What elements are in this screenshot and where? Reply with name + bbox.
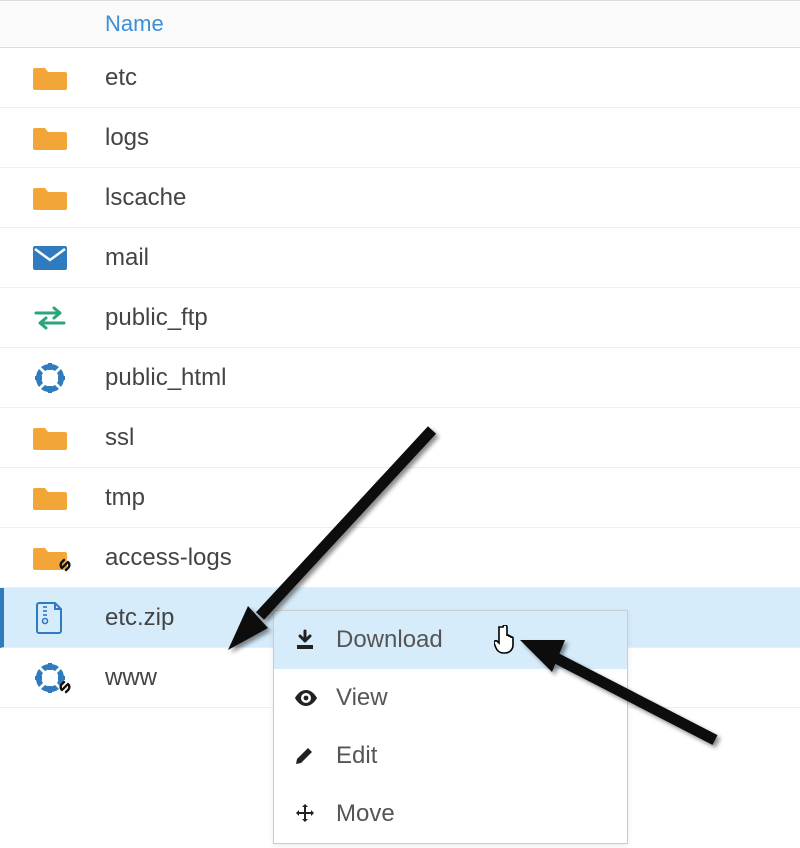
file-name: lscache: [80, 184, 186, 212]
table-row[interactable]: tmp: [0, 468, 800, 528]
menu-item-label: Edit: [330, 742, 377, 770]
table-row[interactable]: public_ftp: [0, 288, 800, 348]
table-row[interactable]: access-logs: [0, 528, 800, 588]
globe-icon: [20, 362, 80, 394]
folder-icon: [20, 64, 80, 92]
menu-item-download[interactable]: Download: [274, 611, 627, 669]
context-menu: Download View Edit Move: [273, 610, 628, 844]
file-name: www: [80, 664, 157, 692]
mail-icon: [20, 246, 80, 270]
file-name: logs: [80, 124, 149, 152]
folder-icon: [20, 124, 80, 152]
column-header-name[interactable]: Name: [105, 11, 164, 37]
download-icon: [294, 629, 330, 651]
table-row[interactable]: public_html: [0, 348, 800, 408]
menu-item-label: View: [330, 684, 388, 712]
file-name: public_ftp: [80, 304, 208, 332]
table-row[interactable]: mail: [0, 228, 800, 288]
menu-item-edit[interactable]: Edit: [274, 727, 627, 785]
table-header: Name: [0, 0, 800, 48]
file-name: ssl: [80, 424, 134, 452]
folder-icon: [20, 484, 80, 512]
folder-icon: [20, 184, 80, 212]
folder-icon: [20, 424, 80, 452]
menu-item-label: Move: [330, 800, 395, 828]
file-name: tmp: [80, 484, 145, 512]
file-name: mail: [80, 244, 149, 272]
file-name: access-logs: [80, 544, 232, 572]
file-name: etc.zip: [80, 604, 174, 632]
folder-link-icon: [20, 544, 80, 572]
eye-icon: [294, 690, 330, 706]
globe-link-icon: [20, 662, 80, 694]
file-name: etc: [80, 64, 137, 92]
zip-file-icon: [20, 601, 80, 635]
menu-item-view[interactable]: View: [274, 669, 627, 727]
transfer-icon: [20, 305, 80, 331]
menu-item-label: Download: [330, 626, 443, 654]
table-row[interactable]: logs: [0, 108, 800, 168]
menu-item-move[interactable]: Move: [274, 785, 627, 843]
move-icon: [294, 803, 330, 825]
table-row[interactable]: ssl: [0, 408, 800, 468]
table-row[interactable]: etc: [0, 48, 800, 108]
table-row[interactable]: lscache: [0, 168, 800, 228]
pencil-icon: [294, 746, 330, 766]
file-name: public_html: [80, 364, 226, 392]
file-table: Name etc logs lscache mail public_ftp: [0, 0, 800, 708]
